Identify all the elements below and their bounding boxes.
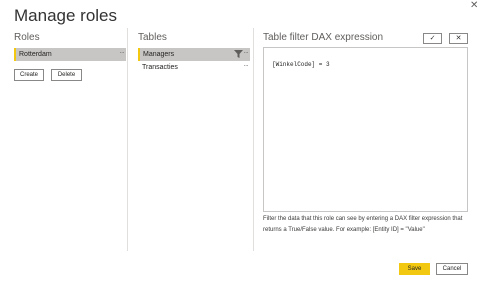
- close-icon[interactable]: ✕: [470, 1, 478, 11]
- more-options-icon[interactable]: ...: [244, 58, 249, 71]
- table-item-transacties[interactable]: Transacties ...: [138, 61, 250, 74]
- dax-expression: [WinkelCode] = 3: [272, 61, 330, 68]
- dax-editor[interactable]: [WinkelCode] = 3: [263, 47, 468, 212]
- more-options-icon[interactable]: ...: [120, 45, 125, 58]
- column-divider: [127, 28, 128, 251]
- column-divider: [253, 28, 254, 251]
- save-button[interactable]: Save: [399, 263, 430, 275]
- create-button[interactable]: Create: [14, 69, 44, 81]
- dax-heading: Table filter DAX expression: [263, 32, 384, 43]
- delete-button[interactable]: Delete: [51, 69, 82, 81]
- table-item-managers[interactable]: Managers ...: [138, 48, 250, 61]
- tables-heading: Tables: [138, 32, 167, 43]
- roles-heading: Roles: [14, 32, 40, 43]
- dax-help-text: Filter the data that this role can see b…: [263, 216, 463, 233]
- role-item-rotterdam[interactable]: Rotterdam ...: [14, 48, 126, 61]
- role-item-label: Rotterdam: [19, 51, 52, 58]
- cancel-button[interactable]: Cancel: [436, 263, 468, 275]
- filter-icon[interactable]: [234, 50, 243, 58]
- check-icon[interactable]: ✓: [423, 33, 442, 44]
- cancel-expression-icon[interactable]: ✕: [449, 33, 468, 44]
- more-options-icon[interactable]: ...: [244, 45, 249, 58]
- table-item-label: Managers: [143, 51, 175, 58]
- dialog-title: Manage roles: [14, 6, 118, 25]
- table-item-label: Transacties: [142, 64, 178, 71]
